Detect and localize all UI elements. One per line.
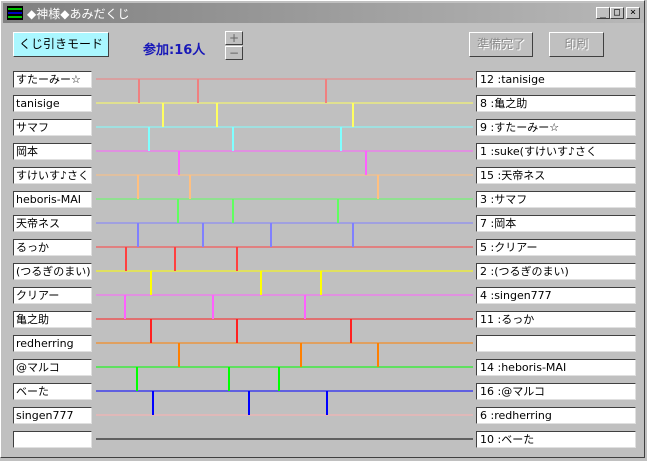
result-field: 2 :(つるぎのまい): [476, 263, 636, 280]
result-field: 5 :クリアー: [476, 239, 636, 256]
participant-name-field[interactable]: すけいす♪さく: [13, 167, 92, 184]
result-field: 8 :亀之助: [476, 95, 636, 112]
app-window: ◆神様◆あみだくじ _ □ × くじ引きモード 参加:16人 + − 準備完了 …: [0, 0, 645, 458]
participant-name-field[interactable]: heboris-MAI: [13, 191, 92, 208]
result-field: 12 :tanisige: [476, 71, 636, 88]
result-field: 16 :@マルコ: [476, 383, 636, 400]
result-field: 10 :ベーた: [476, 431, 636, 448]
participant-name-field[interactable]: クリアー: [13, 287, 92, 304]
participant-name-field[interactable]: tanisige: [13, 95, 92, 112]
result-field: 14 :heboris-MAI: [476, 359, 636, 376]
participant-name-field[interactable]: サマフ: [13, 119, 92, 136]
result-field: 1 :suke(すけいす♪さく: [476, 143, 636, 160]
result-field: 6 :redherring: [476, 407, 636, 424]
result-field: [476, 335, 636, 352]
participant-name-field[interactable]: すたーみー☆: [13, 71, 92, 88]
participant-name-field[interactable]: るっか: [13, 239, 92, 256]
participant-name-field[interactable]: 亀之助: [13, 311, 92, 328]
result-field: 11 :るっか: [476, 311, 636, 328]
participant-name-field[interactable]: 天帝ネス: [13, 215, 92, 232]
participant-name-field[interactable]: (つるぎのまい): [13, 263, 92, 280]
participant-name-field[interactable]: [13, 431, 92, 448]
participant-name-field[interactable]: singen777: [13, 407, 92, 424]
participant-name-field[interactable]: ベーた: [13, 383, 92, 400]
participant-name-field[interactable]: 岡本: [13, 143, 92, 160]
result-field: 4 :singen777: [476, 287, 636, 304]
result-field: 15 :天帝ネス: [476, 167, 636, 184]
result-field: 9 :すたーみー☆: [476, 119, 636, 136]
result-field: 3 :サマフ: [476, 191, 636, 208]
result-field: 7 :岡本: [476, 215, 636, 232]
participant-name-field[interactable]: @マルコ: [13, 359, 92, 376]
participant-name-field[interactable]: redherring: [13, 335, 92, 352]
